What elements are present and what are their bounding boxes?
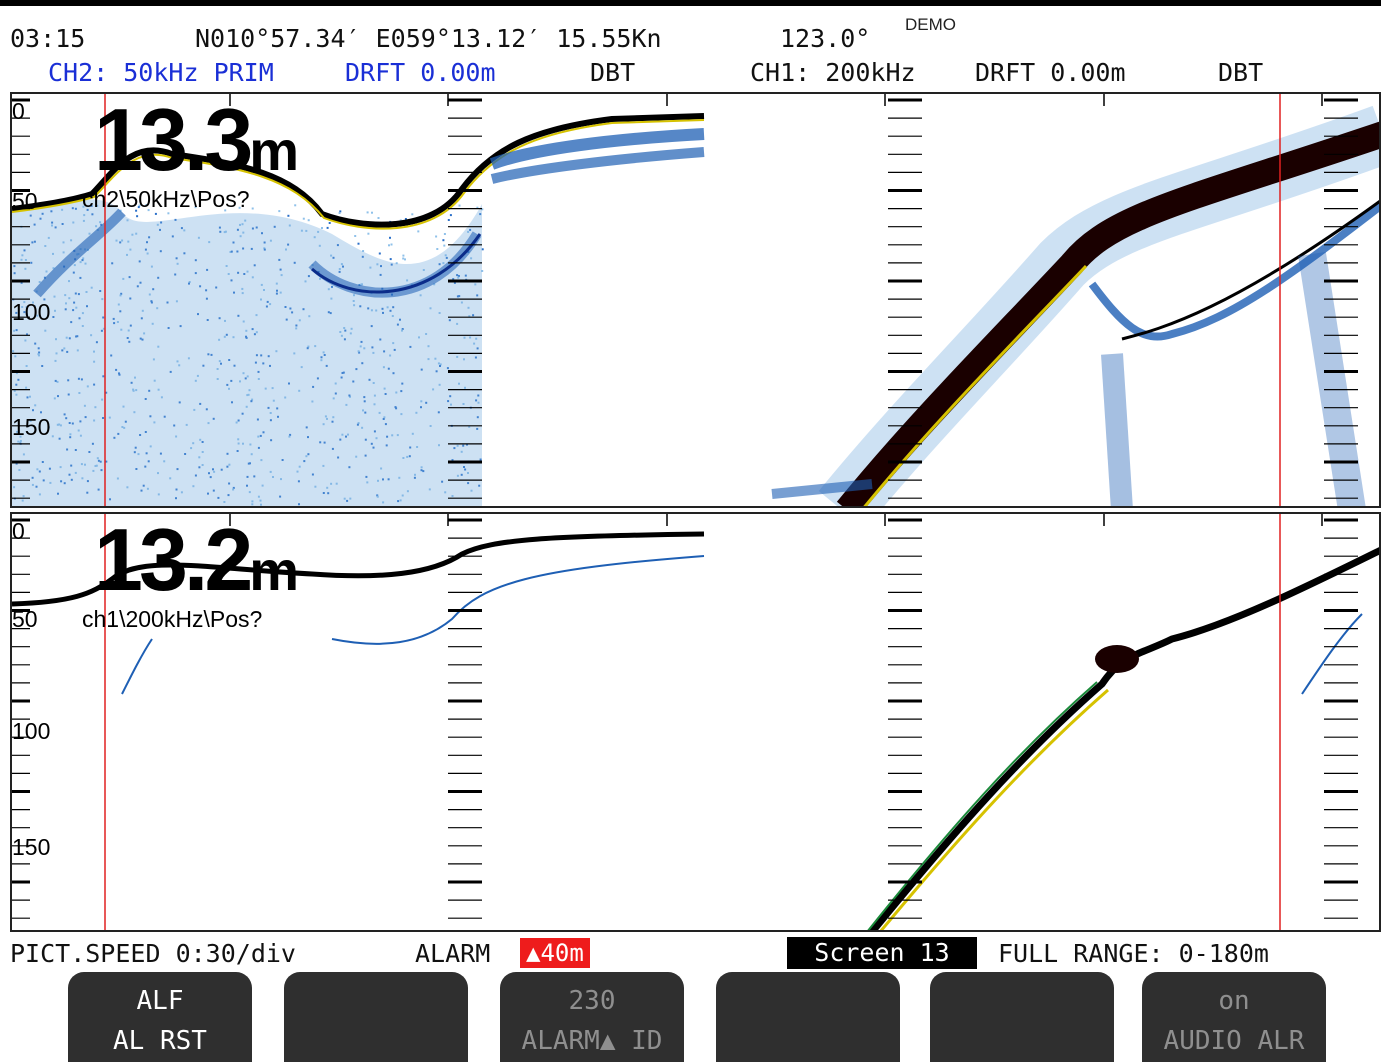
full-range: FULL RANGE: 0-180m xyxy=(998,939,1269,968)
heading-readout: 123.0° xyxy=(780,24,871,53)
ch2-depth-unit: m xyxy=(249,119,300,182)
speckle xyxy=(302,217,305,220)
ch1-left-faint xyxy=(121,638,153,695)
speckle xyxy=(388,244,390,247)
speckle xyxy=(136,215,139,218)
speckle xyxy=(389,236,391,239)
ch1-faint-echo xyxy=(331,555,705,645)
screen-indicator[interactable]: Screen 13 xyxy=(787,937,977,969)
ch1-right-scale xyxy=(1324,518,1358,919)
softkey-audio-alr[interactable]: on AUDIO ALR xyxy=(1142,972,1326,1062)
softkey-alarm-id[interactable]: 230 ALARM▲ ID xyxy=(500,972,684,1062)
ch1-depth-readout: 13.2m xyxy=(94,516,299,615)
softkey-3-line1: 230 xyxy=(568,986,616,1016)
speckle xyxy=(278,210,281,213)
speckle xyxy=(417,230,420,233)
speckle xyxy=(287,214,290,217)
ch1-slope-yellow xyxy=(879,688,1109,930)
ch2-far-right-scatter xyxy=(1298,251,1366,506)
speckle xyxy=(435,235,438,238)
ch1-depth-unit: m xyxy=(249,539,300,602)
speckle xyxy=(458,204,461,207)
ch2-depth-label-50: 50 xyxy=(12,188,38,214)
ch1-target-blob xyxy=(1095,645,1139,673)
ch1-mid-scale xyxy=(448,518,482,919)
speckle xyxy=(357,242,360,245)
softkey-alf-al-rst[interactable]: ALF AL RST xyxy=(68,972,252,1062)
ch1-time-ticks xyxy=(229,514,1323,526)
speckle xyxy=(389,258,392,261)
ch1-depth-label-0: 0 xyxy=(12,518,25,544)
ch1-draft: DRFT 0.00m xyxy=(975,58,1126,87)
ch2-depth-value: 13.3 xyxy=(94,92,253,189)
ch2-time-ticks xyxy=(229,94,1323,106)
top-border xyxy=(0,0,1381,6)
echogram-panel-ch1[interactable]: 13.2m ch1\200kHz\Pos? 0 50 100 150 xyxy=(10,512,1381,932)
ch1-mid2-scale xyxy=(888,518,922,919)
softkey-1-line2: AL RST xyxy=(113,1026,207,1056)
speckle xyxy=(371,211,373,214)
ch2-depth-label-0: 0 xyxy=(12,98,25,124)
softkey-6-line1: on xyxy=(1218,986,1250,1016)
speckle xyxy=(328,222,331,224)
speckle xyxy=(307,219,310,222)
ch2-reference: DBT xyxy=(590,58,636,87)
ch2-channel-label: ch2\50kHz\Pos? xyxy=(82,186,250,212)
echogram-panel-ch2[interactable]: 13.3m ch2\50kHz\Pos? 0 50 100 150 xyxy=(10,92,1381,508)
speckle xyxy=(354,235,357,237)
speckle xyxy=(154,212,157,215)
softkey-3-line2: ALARM▲ ID xyxy=(521,1026,663,1056)
softkey-4[interactable] xyxy=(716,972,900,1062)
ch1-depth-label-50: 50 xyxy=(12,606,38,632)
speckle xyxy=(366,211,369,214)
speckle xyxy=(442,239,445,242)
speckle xyxy=(367,232,370,235)
ch2-depth-label-150: 150 xyxy=(12,414,51,440)
speckle xyxy=(436,248,439,250)
speckle xyxy=(402,254,405,257)
softkey-2[interactable] xyxy=(284,972,468,1062)
ch1-depth-label-100: 100 xyxy=(12,718,51,744)
speckle xyxy=(404,258,406,261)
alarm-label: ALARM xyxy=(415,939,491,968)
ch1-depth-label-150: 150 xyxy=(12,834,51,860)
speckle xyxy=(443,233,446,235)
ch1-frequency-label: CH1: 200kHz xyxy=(750,58,916,87)
picture-speed: PICT.SPEED 0:30/div xyxy=(10,939,296,968)
softkey-1-line1: ALF xyxy=(136,986,184,1016)
ch2-frequency-label: CH2: 50kHz PRIM xyxy=(48,58,274,87)
gps-position-speed: N010°57.34′ E059°13.12′ 15.55Kn xyxy=(195,24,662,53)
speckle xyxy=(443,244,446,247)
speckle xyxy=(449,214,452,217)
clock-time: 03:15 xyxy=(10,24,86,53)
ch2-draft: DRFT 0.00m xyxy=(345,58,496,87)
ch1-depth-value: 13.2 xyxy=(94,512,253,609)
ch2-right-scatter xyxy=(1101,353,1133,506)
ch1-reference: DBT xyxy=(1218,58,1264,87)
softkey-6-line2: AUDIO ALR xyxy=(1163,1026,1305,1056)
ch1-slope-line xyxy=(869,547,1379,930)
demo-badge: DEMO xyxy=(905,15,956,34)
ch2-depth-readout: 13.3m xyxy=(94,96,299,195)
speckle xyxy=(390,243,393,246)
ch2-depth-label-100: 100 xyxy=(12,299,51,325)
speckle xyxy=(378,252,381,255)
speckle xyxy=(338,212,341,214)
speckle xyxy=(377,217,380,219)
ch1-channel-label: ch1\200kHz\Pos? xyxy=(82,606,263,632)
alarm-value-badge[interactable]: ▲40m xyxy=(520,938,590,968)
speckle xyxy=(294,204,297,207)
speckle xyxy=(411,213,414,216)
speckle xyxy=(251,207,254,210)
speckle xyxy=(321,227,323,229)
speckle xyxy=(326,226,329,229)
softkey-5[interactable] xyxy=(930,972,1114,1062)
ch1-right-faint xyxy=(1301,613,1363,695)
speckle xyxy=(447,219,450,221)
speckle xyxy=(402,257,405,260)
